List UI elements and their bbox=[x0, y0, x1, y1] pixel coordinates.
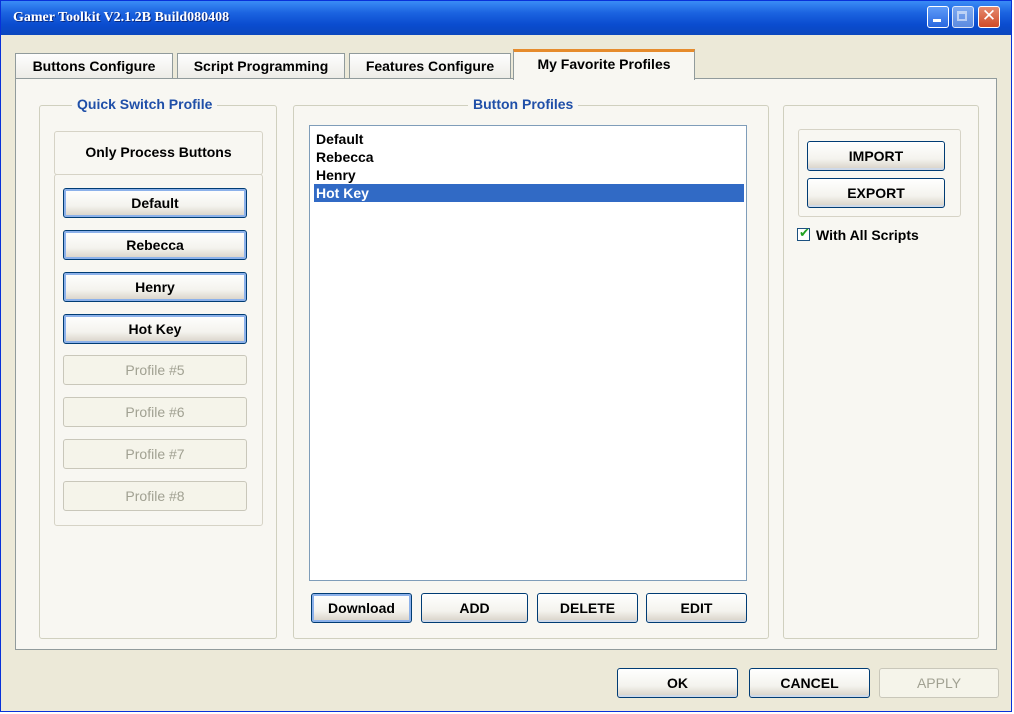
app-window: Gamer Toolkit V2.1.2B Build080408 ✕ Butt… bbox=[0, 0, 1012, 712]
minimize-button[interactable] bbox=[927, 6, 949, 28]
checkmark-icon: ✔ bbox=[799, 225, 810, 240]
quick-profile-box bbox=[54, 174, 263, 526]
only-process-buttons-label: Only Process Buttons bbox=[85, 144, 232, 160]
quick-profile-5-button[interactable]: Profile #5 bbox=[63, 355, 247, 385]
import-button[interactable]: IMPORT bbox=[807, 141, 945, 171]
with-all-scripts-checkbox[interactable]: ✔ bbox=[797, 225, 810, 241]
quick-profile-7-button[interactable]: Profile #7 bbox=[63, 439, 247, 469]
maximize-button[interactable] bbox=[952, 6, 974, 28]
button-profiles-list[interactable]: Default Rebecca Henry Hot Key bbox=[309, 125, 747, 581]
quick-profile-hot-key-button[interactable]: Hot Key bbox=[63, 314, 247, 344]
button-profiles-label: Button Profiles bbox=[468, 96, 579, 112]
tab-features-configure[interactable]: Features Configure bbox=[349, 53, 511, 79]
cancel-button[interactable]: CANCEL bbox=[749, 668, 870, 698]
quick-switch-profile-label: Quick Switch Profile bbox=[72, 96, 218, 112]
minimize-icon bbox=[933, 19, 941, 22]
quick-profile-6-button[interactable]: Profile #6 bbox=[63, 397, 247, 427]
quick-profile-default-button[interactable]: Default bbox=[63, 188, 247, 218]
tab-script-programming[interactable]: Script Programming bbox=[177, 53, 345, 79]
apply-button[interactable]: APPLY bbox=[879, 668, 999, 698]
list-item-henry[interactable]: Henry bbox=[314, 166, 744, 184]
ok-button[interactable]: OK bbox=[617, 668, 738, 698]
tab-buttons-configure[interactable]: Buttons Configure bbox=[15, 53, 173, 79]
maximize-icon bbox=[957, 11, 967, 21]
delete-button[interactable]: DELETE bbox=[537, 593, 638, 623]
edit-button[interactable]: EDIT bbox=[646, 593, 747, 623]
download-button[interactable]: Download bbox=[311, 593, 412, 623]
close-icon: ✕ bbox=[981, 6, 997, 26]
window-title: Gamer Toolkit V2.1.2B Build080408 bbox=[13, 10, 230, 25]
close-button[interactable]: ✕ bbox=[978, 6, 1000, 28]
quick-profile-8-button[interactable]: Profile #8 bbox=[63, 481, 247, 511]
with-all-scripts-label[interactable]: With All Scripts bbox=[816, 227, 919, 243]
export-button[interactable]: EXPORT bbox=[807, 178, 945, 208]
quick-profile-henry-button[interactable]: Henry bbox=[63, 272, 247, 302]
list-item-default[interactable]: Default bbox=[314, 130, 744, 148]
title-bar[interactable]: Gamer Toolkit V2.1.2B Build080408 ✕ bbox=[1, 1, 1011, 35]
list-item-rebecca[interactable]: Rebecca bbox=[314, 148, 744, 166]
add-button[interactable]: ADD bbox=[421, 593, 528, 623]
quick-profile-rebecca-button[interactable]: Rebecca bbox=[63, 230, 247, 260]
tab-my-favorite-profiles[interactable]: My Favorite Profiles bbox=[513, 49, 695, 80]
list-item-hot-key[interactable]: Hot Key bbox=[314, 184, 744, 202]
